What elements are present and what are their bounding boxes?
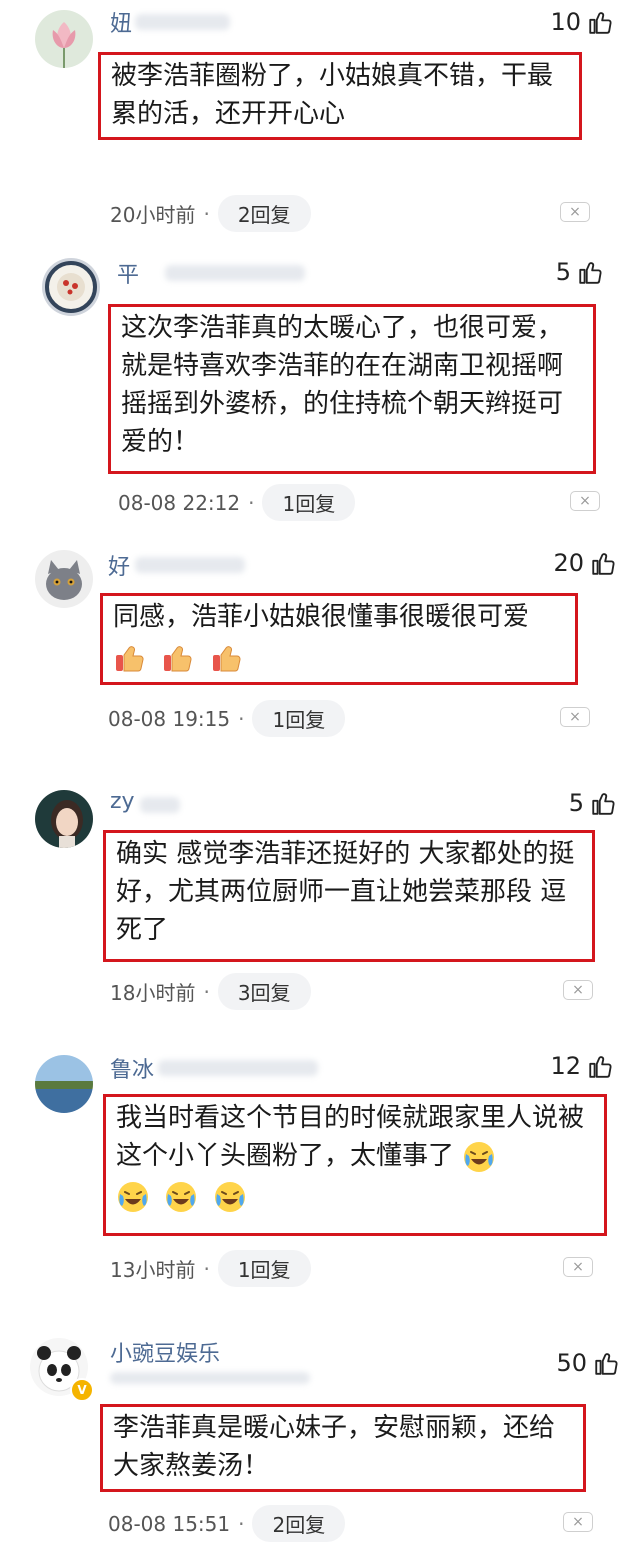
- comment-text-box: 李浩菲真是暖心妹子，安慰丽颖，还给大家熬姜汤！: [100, 1404, 586, 1492]
- close-icon[interactable]: ×: [560, 202, 590, 222]
- comment-text-box: 这次李浩菲真的太暖心了，也很可爱，就是特喜欢李浩菲的在在湖南卫视摇啊摇摇到外婆桥…: [108, 304, 596, 474]
- flower-avatar-image: [35, 10, 93, 68]
- timestamp: 18小时前: [110, 981, 196, 1005]
- verified-badge-icon: V: [70, 1378, 94, 1402]
- laugh-cry-emoji-icon: [213, 1180, 247, 1214]
- timestamp: 08-08 15:51: [108, 1511, 231, 1536]
- separator-dot: ·: [238, 1511, 245, 1536]
- username[interactable]: 平: [117, 257, 139, 289]
- username[interactable]: 小豌豆娱乐: [110, 1336, 220, 1368]
- separator-dot: ·: [238, 706, 245, 731]
- comment-meta: 08-08 22:12 · 1回复: [118, 484, 356, 521]
- thumbs-up-outline-icon: [589, 1056, 612, 1078]
- like-count: 12: [550, 1052, 581, 1080]
- like-count: 20: [553, 549, 584, 577]
- comment-text: 同感，浩菲小姑娘很懂事很暖很可爱: [113, 602, 530, 632]
- separator-dot: ·: [248, 490, 255, 515]
- close-icon[interactable]: ×: [560, 707, 590, 727]
- comment-meta: 08-08 15:51 · 2回复: [108, 1505, 346, 1542]
- reply-button[interactable]: 2回复: [252, 1505, 346, 1542]
- comment-text: 被李浩菲圈粉了，小姑娘真不错，干最累的活，还开开心心: [111, 61, 554, 129]
- blurred-name: [135, 557, 245, 573]
- comment-meta: 18小时前 · 3回复: [110, 973, 311, 1010]
- bowl-avatar-image: [42, 258, 100, 316]
- like-button[interactable]: 12: [550, 1052, 613, 1080]
- separator-dot: ·: [203, 979, 210, 1004]
- comment-meta: 20小时前 · 2回复: [110, 195, 311, 232]
- like-count: 5: [555, 258, 571, 286]
- blurred-name: [135, 14, 230, 30]
- like-button[interactable]: 10: [550, 8, 613, 36]
- reply-button[interactable]: 1回复: [217, 1250, 311, 1287]
- blurred-name: [165, 265, 305, 281]
- avatar[interactable]: [35, 550, 93, 608]
- blurred-info: [110, 1372, 310, 1384]
- comment-text: 我当时看这个节目的时候就跟家里人说被这个小丫头圈粉了，太懂事了: [116, 1103, 585, 1171]
- timestamp: 13小时前: [110, 1258, 196, 1282]
- comment-meta: 13小时前 · 1回复: [110, 1250, 311, 1287]
- comment-text-box: 被李浩菲圈粉了，小姑娘真不错，干最累的活，还开开心心: [98, 52, 582, 140]
- lake-avatar-image: [35, 1055, 93, 1113]
- separator-dot: ·: [203, 1256, 210, 1281]
- comment-meta: 08-08 19:15 · 1回复: [108, 700, 346, 737]
- laugh-cry-emoji-icon: [116, 1180, 150, 1214]
- close-icon[interactable]: ×: [563, 980, 593, 1000]
- close-icon[interactable]: ×: [563, 1257, 593, 1277]
- comment-text: 李浩菲真是暖心妹子，安慰丽颖，还给大家熬姜汤！: [113, 1413, 556, 1481]
- like-button[interactable]: 50: [556, 1349, 619, 1377]
- portrait-avatar-image: [35, 790, 93, 848]
- reply-button[interactable]: 1回复: [252, 700, 346, 737]
- reply-button[interactable]: 1回复: [262, 484, 356, 521]
- close-icon[interactable]: ×: [563, 1512, 593, 1532]
- thumbs-up-outline-icon: [592, 553, 615, 575]
- thumbs-up-outline-icon: [595, 1353, 618, 1375]
- emoji-row: [113, 638, 565, 676]
- like-button[interactable]: 20: [553, 549, 616, 577]
- timestamp: 08-08 19:15: [108, 706, 231, 731]
- thumbs-up-outline-icon: [589, 12, 612, 34]
- comment-text-box: 我当时看这个节目的时候就跟家里人说被这个小丫头圈粉了，太懂事了: [103, 1094, 607, 1236]
- close-icon[interactable]: ×: [570, 491, 600, 511]
- avatar[interactable]: [35, 1055, 93, 1113]
- thumbs-up-emoji-icon: [161, 641, 195, 675]
- username[interactable]: 妞: [110, 6, 132, 38]
- thumbs-up-emoji-icon: [210, 641, 244, 675]
- comment-text-box: 确实 感觉李浩菲还挺好的 大家都处的挺好，尤其两位厨师一直让她尝菜那段 逗死了: [103, 830, 595, 962]
- like-button[interactable]: 5: [556, 258, 603, 286]
- reply-button[interactable]: 2回复: [217, 195, 311, 232]
- laugh-cry-emoji-icon: [164, 1180, 198, 1214]
- username[interactable]: zy: [110, 789, 135, 814]
- username[interactable]: 鲁冰: [110, 1052, 154, 1084]
- emoji-row: [116, 1177, 594, 1215]
- cat-avatar-image: [35, 550, 93, 608]
- separator-dot: ·: [203, 201, 210, 226]
- comment-text-box: 同感，浩菲小姑娘很懂事很暖很可爱: [100, 593, 578, 685]
- thumbs-up-outline-icon: [592, 793, 615, 815]
- thumbs-up-outline-icon: [579, 262, 602, 284]
- comment-text: 这次李浩菲真的太暖心了，也很可爱，就是特喜欢李浩菲的在在湖南卫视摇啊摇摇到外婆桥…: [121, 313, 564, 457]
- blurred-name: [140, 797, 180, 813]
- timestamp: 08-08 22:12: [118, 490, 241, 515]
- thumbs-up-emoji-icon: [113, 641, 147, 675]
- like-count: 5: [568, 789, 584, 817]
- like-count: 10: [550, 8, 581, 36]
- like-count: 50: [556, 1349, 587, 1377]
- comment-text: 确实 感觉李浩菲还挺好的 大家都处的挺好，尤其两位厨师一直让她尝菜那段 逗死了: [116, 839, 575, 945]
- username[interactable]: 好: [108, 549, 130, 581]
- avatar[interactable]: [35, 790, 93, 848]
- avatar[interactable]: [42, 258, 100, 316]
- reply-button[interactable]: 3回复: [217, 973, 311, 1010]
- avatar[interactable]: [35, 10, 93, 68]
- blurred-name: [158, 1060, 318, 1076]
- timestamp: 20小时前: [110, 203, 196, 227]
- like-button[interactable]: 5: [569, 789, 616, 817]
- laugh-cry-emoji-icon: [462, 1140, 496, 1174]
